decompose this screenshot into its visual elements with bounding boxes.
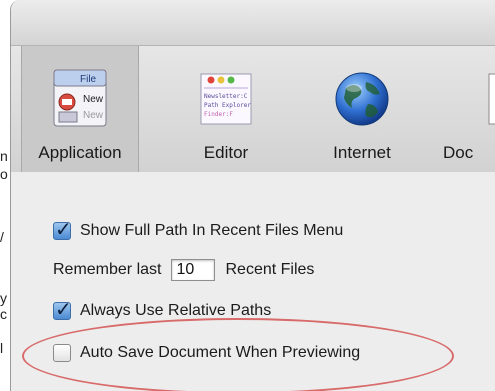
background-fragment: n xyxy=(0,148,8,164)
checkmark-icon: ✓ xyxy=(55,297,72,321)
preferences-toolbar: File New New Application Newsletter:C Pa… xyxy=(11,46,495,173)
auto-save-label: Auto Save Document When Previewing xyxy=(80,344,361,361)
remember-last-label: Remember last xyxy=(53,261,162,278)
editor-icon-line-2: Path Explorer xyxy=(204,102,251,109)
app-icon-new-dim-text: New xyxy=(83,110,104,121)
preferences-window: File New New Application Newsletter:C Pa… xyxy=(10,0,495,391)
toolbar-item-editor-label: Editor xyxy=(203,143,249,162)
recent-files-count-input[interactable] xyxy=(171,259,216,281)
background-fragment: o xyxy=(0,166,8,182)
toolbar-item-internet[interactable]: Internet xyxy=(307,46,417,172)
show-full-path-row[interactable]: ✓ Show Full Path In Recent Files Menu xyxy=(53,217,344,241)
relative-paths-row[interactable]: ✓ Always Use Relative Paths xyxy=(53,297,272,321)
toolbar-item-internet-label: Internet xyxy=(333,143,391,162)
editor-icon-line-3: Finder:F xyxy=(204,111,233,118)
toolbar-item-application[interactable]: File New New Application xyxy=(21,46,139,172)
globe-icon xyxy=(332,68,392,130)
toolbar-item-doc[interactable]: Doc xyxy=(443,46,495,172)
show-full-path-label: Show Full Path In Recent Files Menu xyxy=(80,222,344,239)
background-fragment: / xyxy=(0,229,4,245)
document-icon xyxy=(473,68,495,130)
editor-icon-line-1: Newsletter:C xyxy=(204,93,248,100)
recent-files-label: Recent Files xyxy=(225,261,315,278)
application-icon: File New New xyxy=(50,68,110,130)
background-fragment: c xyxy=(0,306,7,322)
background-fragment: y xyxy=(0,290,7,306)
editor-icon: Newsletter:C Path Explorer Finder:F xyxy=(196,68,256,130)
auto-save-checkbox[interactable] xyxy=(53,344,71,362)
screenshot-stage: n o / y c l File New New Application New… xyxy=(0,0,495,391)
window-titlebar[interactable] xyxy=(11,0,495,46)
toolbar-item-editor[interactable]: Newsletter:C Path Explorer Finder:F Edit… xyxy=(171,46,281,172)
remember-last-row: Remember last Recent Files xyxy=(53,259,314,281)
toolbar-item-application-label: Application xyxy=(38,143,122,162)
checkmark-icon: ✓ xyxy=(55,217,72,241)
relative-paths-label: Always Use Relative Paths xyxy=(80,302,272,319)
auto-save-row[interactable]: Auto Save Document When Previewing xyxy=(53,344,360,362)
toolbar-item-doc-label: Doc xyxy=(443,143,474,162)
app-icon-new-text: New xyxy=(83,94,104,105)
background-fragment: l xyxy=(0,340,4,356)
relative-paths-checkbox[interactable]: ✓ xyxy=(53,297,72,321)
show-full-path-checkbox[interactable]: ✓ xyxy=(53,217,72,241)
app-icon-file-text: File xyxy=(80,74,97,85)
